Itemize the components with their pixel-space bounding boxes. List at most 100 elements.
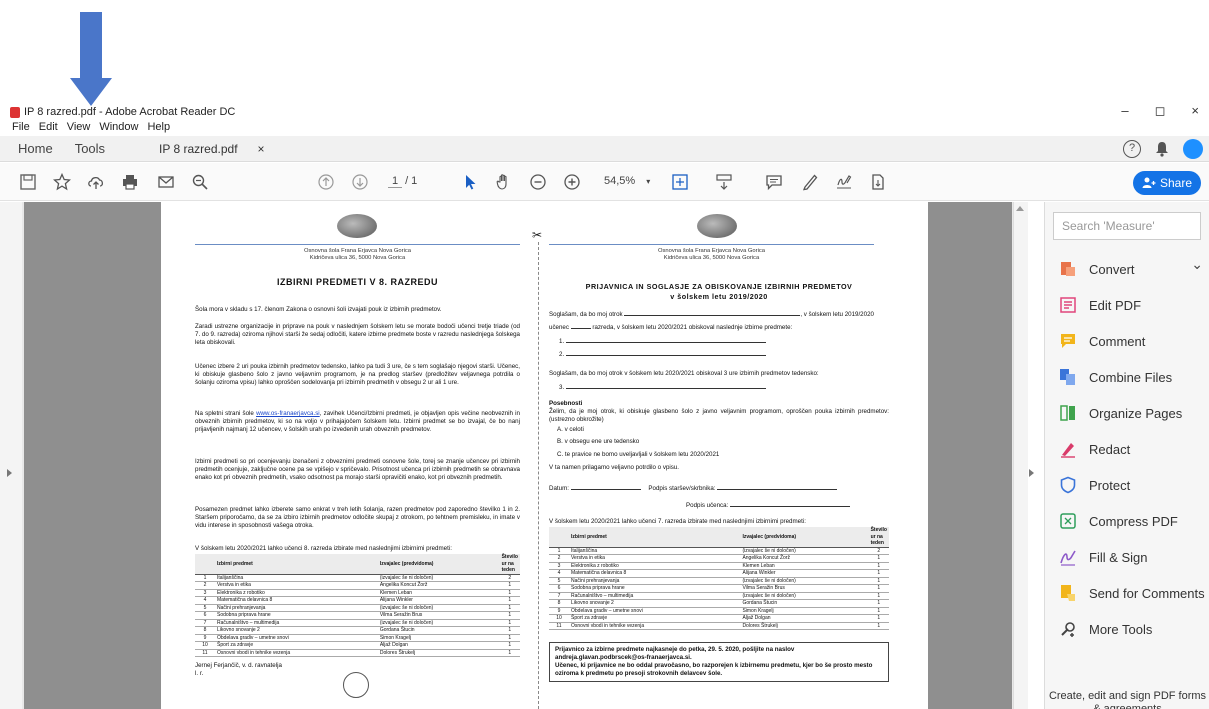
tool-comment[interactable]: Comment [1059, 330, 1209, 352]
table-row: 5 Načini prehranjevanja (izvajalec še ni d… [195, 604, 520, 612]
collapse-right-pane-icon[interactable] [1029, 469, 1034, 477]
sign-icon[interactable] [834, 172, 854, 192]
zoom-level: 54,5% [604, 175, 636, 187]
student-signature-label: Podpis učenca: [686, 502, 729, 509]
tab-home[interactable]: Home [18, 141, 53, 156]
tool-more-tools[interactable]: More Tools [1059, 618, 1209, 640]
highlight-pen-icon[interactable] [800, 172, 820, 192]
tab-document[interactable]: IP 8 razred.pdf × [151, 142, 273, 156]
bookmark-star-icon[interactable] [52, 172, 72, 192]
convert-icon [1059, 260, 1077, 278]
user-avatar[interactable] [1183, 139, 1203, 159]
email-icon[interactable] [156, 172, 176, 192]
date-field[interactable] [570, 489, 641, 490]
table-row: 6 Sodobna priprava hrane Vilma Seražin Bru… [549, 584, 889, 593]
expand-left-pane-icon[interactable] [7, 469, 12, 477]
subject-2-field[interactable] [565, 355, 766, 356]
fit-page-icon[interactable] [670, 172, 690, 192]
zoom-out-icon[interactable] [528, 172, 548, 192]
option-a[interactable]: A. v celoti [557, 426, 877, 434]
comment-tool-icon[interactable] [764, 172, 784, 192]
table-header-cell [195, 554, 215, 575]
document-viewport[interactable]: Osnovna šola Frana Erjavca Nova Gorica K… [0, 202, 1034, 709]
tool-organize-pages[interactable]: Organize Pages [1059, 402, 1209, 424]
tools-search-input[interactable]: Search 'Measure' [1053, 212, 1201, 240]
share-link-icon[interactable] [868, 172, 888, 192]
table-cell: 1 [499, 581, 520, 590]
item-1-label: 1. [559, 338, 565, 345]
previous-page-icon[interactable] [316, 172, 336, 192]
save-icon[interactable] [18, 172, 38, 192]
acrobat-window: IP 8 razred.pdf - Adobe Acrobat Reader D… [0, 0, 1209, 709]
share-button[interactable]: Share [1133, 171, 1201, 195]
child-name-field[interactable] [624, 315, 801, 316]
menu-window[interactable]: Window [99, 121, 138, 133]
table-cell: 2 [499, 574, 520, 582]
vertical-scrollbar[interactable] [1013, 202, 1028, 709]
table-cell: Italijanščina [215, 574, 378, 582]
select-cursor-icon[interactable] [460, 172, 480, 192]
upload-cloud-icon[interactable] [86, 172, 106, 192]
subject-3-field[interactable] [565, 388, 766, 389]
chevron-down-icon[interactable]: ⌄ [1191, 256, 1203, 273]
tool-label: Edit PDF [1089, 297, 1142, 313]
menu-file[interactable]: File [12, 121, 30, 133]
close-tab-button[interactable]: × [258, 142, 265, 156]
class-field[interactable] [570, 328, 591, 329]
scroll-mode-icon[interactable] [714, 172, 734, 192]
tool-fill-sign[interactable]: Fill & Sign [1059, 546, 1209, 568]
subject-choice-2: 2. [559, 351, 859, 359]
parent-signature-field[interactable] [717, 489, 838, 490]
table-cell: 11 [549, 622, 569, 630]
print-icon[interactable] [120, 172, 140, 192]
table-cell: Simon Kragelj [377, 634, 500, 642]
left-paragraph-1: Šola mora v skladu s 17. členom Zakona o… [195, 306, 442, 313]
table-cell: 4 [549, 569, 569, 578]
option-c[interactable]: C. te pravice ne bomo uveljavljali v šol… [557, 451, 877, 459]
hand-tool-icon[interactable] [494, 172, 514, 192]
maximize-button[interactable]: ◻ [1155, 103, 1166, 119]
close-window-button[interactable]: × [1191, 103, 1199, 119]
table-cell: Klemen Leban [740, 562, 869, 570]
tab-tools[interactable]: Tools [75, 141, 105, 156]
table-row: 10 Šport za zdravje Aljaž Dolgan 1 [195, 641, 520, 650]
table-row: 1 Italijanščina (izvajalec še ni določen) 2 [549, 547, 889, 555]
table-cell: 3 [549, 562, 569, 570]
scroll-up-icon[interactable] [1016, 206, 1024, 211]
consent-line-1: Soglašam, da bo moj otrok , v šolskem le… [549, 311, 889, 319]
help-icon[interactable]: ? [1123, 140, 1141, 158]
table-cell: 2 [195, 581, 215, 590]
menu-edit[interactable]: Edit [39, 121, 58, 133]
tool-protect[interactable]: Protect [1059, 474, 1209, 496]
search-zoom-icon[interactable] [190, 172, 210, 192]
tool-combine-files[interactable]: Combine Files [1059, 366, 1209, 388]
menu-help[interactable]: Help [147, 121, 170, 133]
left-pane-collapsed[interactable] [0, 202, 22, 709]
minimize-button[interactable]: – [1121, 103, 1128, 119]
left-subjects-table: Izbirni predmet Izvajalec (predvidoma) Š… [195, 554, 520, 657]
tool-edit-pdf[interactable]: Edit PDF [1059, 294, 1209, 316]
table-cell: 10 [195, 641, 215, 650]
option-b[interactable]: B. v obsegu ene ure tedensko [557, 438, 877, 446]
zoom-in-icon[interactable] [562, 172, 582, 192]
zoom-level-select[interactable]: 54,5% ▾ [604, 175, 650, 187]
school-logo [697, 214, 737, 238]
tool-label: Combine Files [1089, 369, 1173, 385]
tool-convert[interactable]: Convert ⌄ [1059, 256, 1209, 280]
notification-bell-icon[interactable] [1155, 141, 1169, 157]
menu-view[interactable]: View [67, 121, 91, 133]
signature-name: Jernej Ferjančič, v. d. ravnatelja [195, 662, 282, 669]
table-cell: Osnovni vbodi in tehnike vezenja [215, 649, 378, 657]
tool-send-for-comments[interactable]: Send for Comments [1059, 582, 1209, 604]
table-row: 8 Likovno snovanje 2 Gordana Štucin 1 [549, 599, 889, 608]
student-signature-field[interactable] [730, 506, 851, 507]
table-cell: 8 [195, 626, 215, 635]
table-cell: 7 [549, 592, 569, 600]
school-website-link[interactable]: www.os-franaerjavca.si [256, 410, 320, 417]
tool-compress-pdf[interactable]: Compress PDF [1059, 510, 1209, 532]
page-number-input[interactable]: 1 [388, 175, 402, 188]
tool-redact[interactable]: Redact [1059, 438, 1209, 460]
subject-1-field[interactable] [565, 342, 766, 343]
next-page-icon[interactable] [350, 172, 370, 192]
table-cell: Načini prehranjevanja [215, 604, 378, 612]
